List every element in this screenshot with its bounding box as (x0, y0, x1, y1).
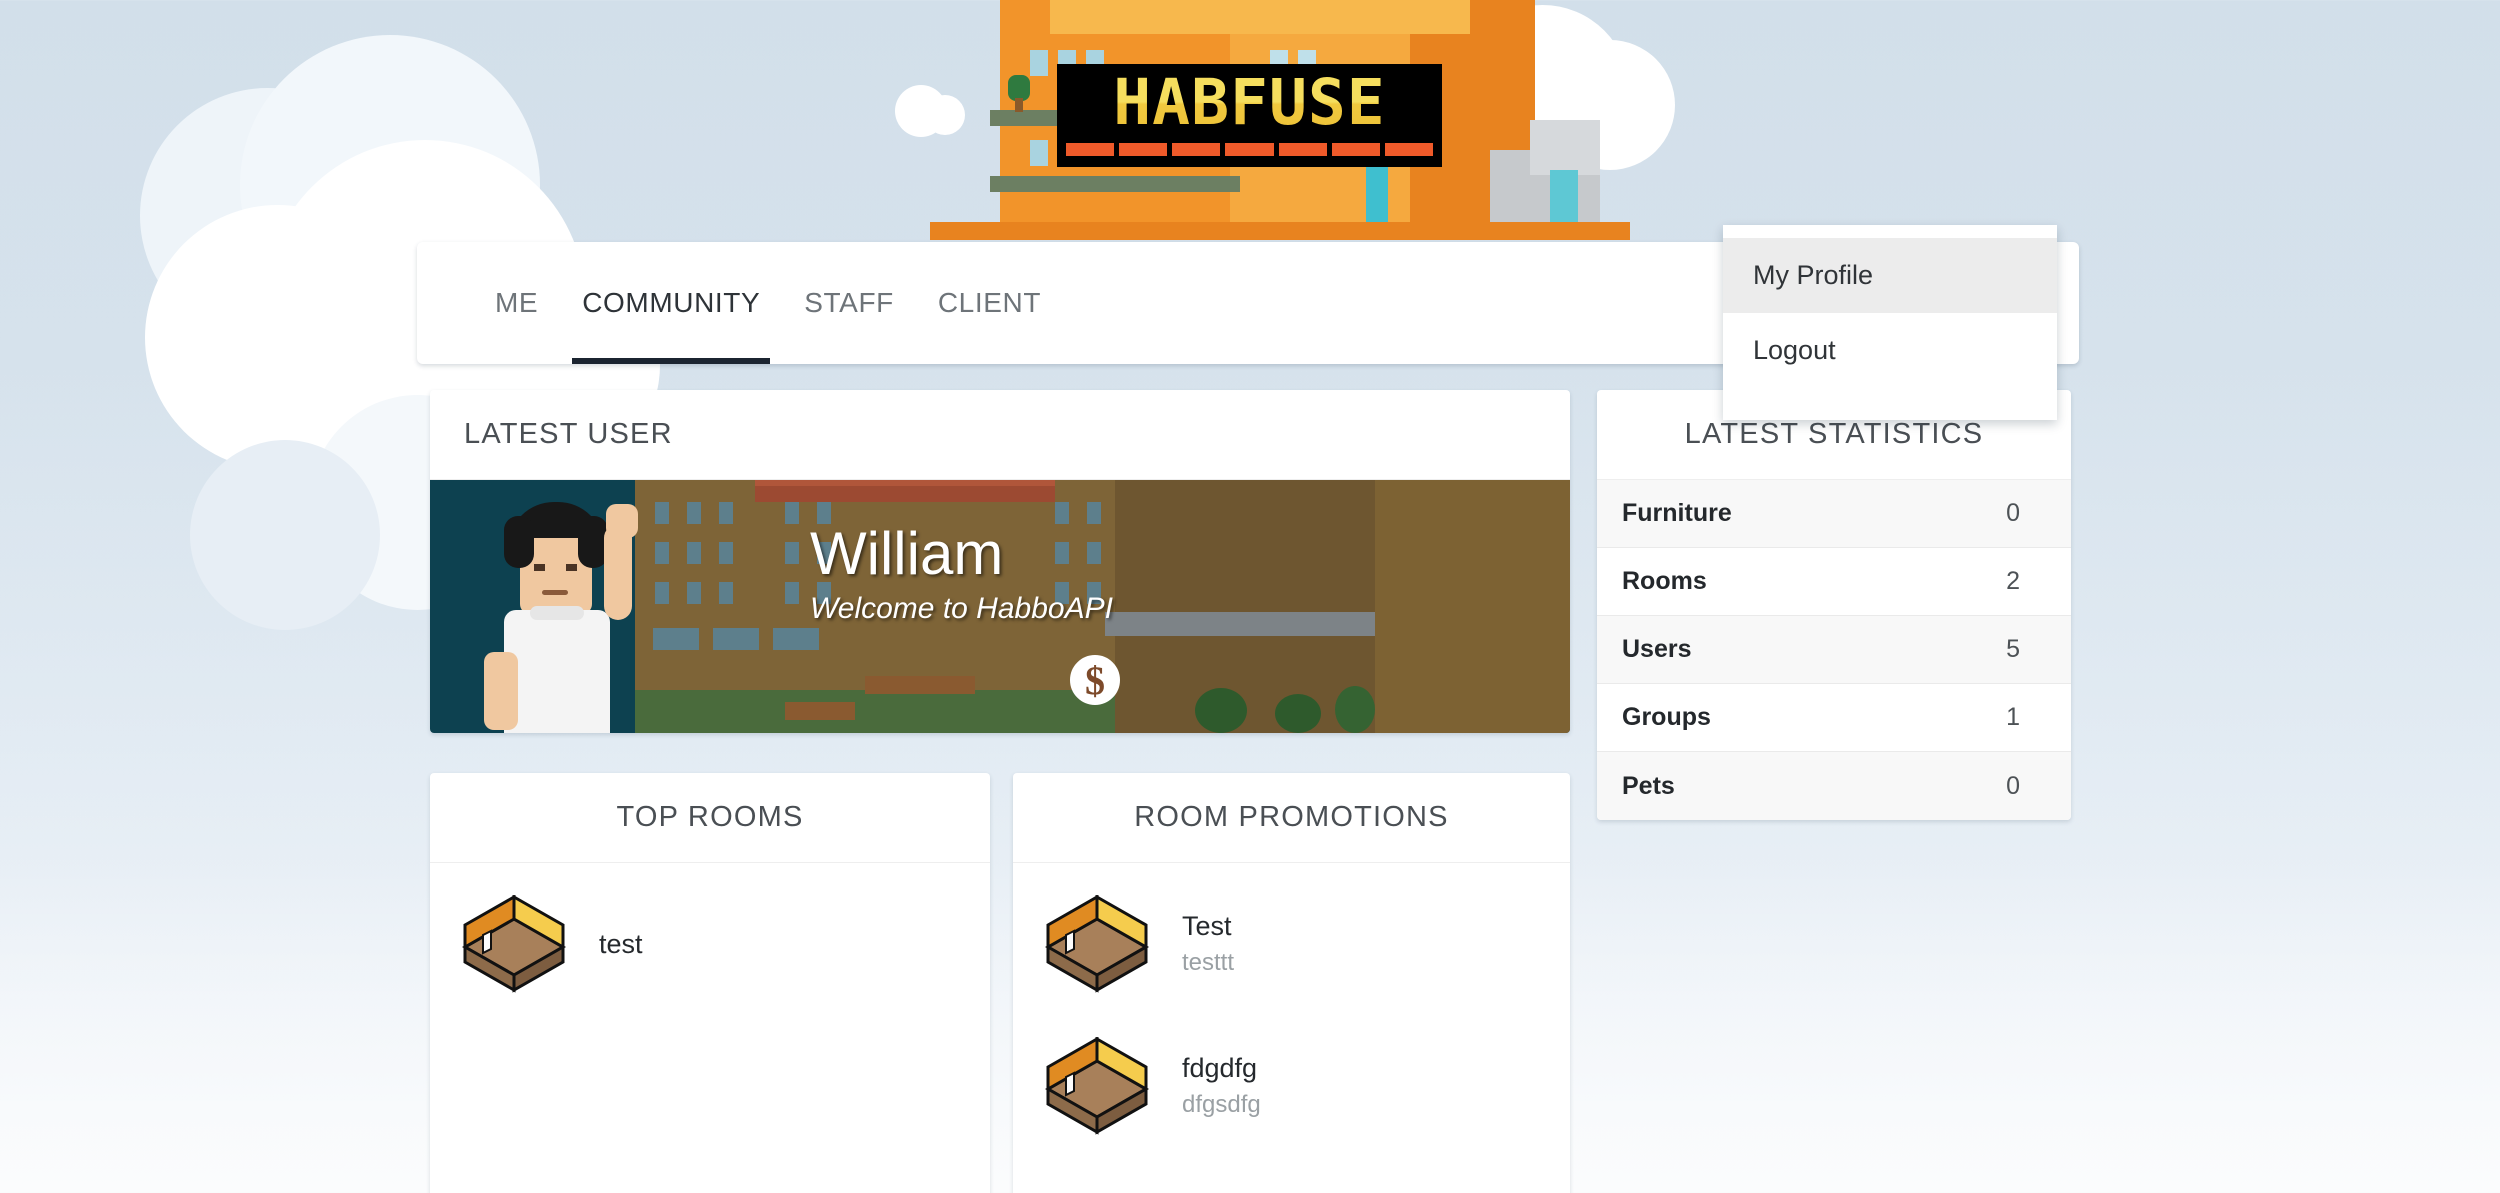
stat-label: Rooms (1622, 567, 1707, 595)
stat-value: 5 (2006, 635, 2020, 663)
stat-label: Groups (1622, 703, 1711, 731)
top-rooms-list: test (430, 863, 990, 1003)
nav-item-community[interactable]: COMMUNITY (560, 242, 782, 364)
room-name: Test (1182, 911, 1232, 941)
user-avatar (478, 502, 648, 733)
nav-item-client[interactable]: CLIENT (916, 242, 1063, 364)
table-row: Groups 1 (1597, 684, 2071, 752)
nav-item-me[interactable]: ME (473, 242, 560, 364)
room-meta: fdgdfg dfgsdfg (1182, 1051, 1261, 1121)
site-logo-text: HABFUSE (1066, 71, 1433, 134)
room-promotions-list: Test testtt fdgdfg dfgsdfg (1013, 863, 1570, 1145)
room-icon (1038, 1036, 1156, 1135)
stat-label: Users (1622, 635, 1692, 663)
statistics-table: Furniture 0 Rooms 2 Users 5 Groups 1 Pet… (1597, 480, 2071, 820)
banner-username: William (810, 520, 1004, 587)
dropdown-item-logout[interactable]: Logout (1723, 313, 2057, 388)
user-menu-dropdown: My Profile Logout (1723, 225, 2057, 420)
latest-statistics-card: LATEST STATISTICS Furniture 0 Rooms 2 Us… (1597, 390, 2071, 820)
room-meta: Test testtt (1182, 909, 1234, 979)
room-promotions-header: ROOM PROMOTIONS (1013, 773, 1570, 863)
stat-label: Furniture (1622, 499, 1732, 527)
stat-value: 1 (2006, 703, 2020, 731)
credit-coin-icon: $ (1070, 655, 1120, 705)
latest-user-card: LATEST USER William Welcome to HabboAPI … (430, 390, 1570, 733)
stat-label: Pets (1622, 771, 1675, 800)
room-icon (1038, 894, 1156, 993)
list-item[interactable]: fdgdfg dfgsdfg (1013, 1027, 1570, 1145)
room-name: fdgdfg (1182, 1053, 1258, 1083)
nav-links: ME COMMUNITY STAFF CLIENT (473, 242, 1063, 364)
nav-item-staff[interactable]: STAFF (782, 242, 916, 364)
room-description: dfgsdfg (1182, 1091, 1261, 1118)
table-row: Rooms 2 (1597, 548, 2071, 616)
dropdown-item-my-profile[interactable]: My Profile (1723, 238, 2057, 313)
site-logo: HABFUSE (1057, 64, 1442, 167)
room-promotions-card: ROOM PROMOTIONS Test testtt fdgdfg dfgsd… (1013, 773, 1570, 1193)
top-rooms-header: TOP ROOMS (430, 773, 990, 863)
stat-value: 0 (2006, 499, 2020, 527)
list-item[interactable]: Test testtt (1013, 885, 1570, 1003)
banner-motto: Welcome to HabboAPI (810, 592, 1113, 625)
room-icon (455, 894, 573, 993)
top-rooms-card: TOP ROOMS test (430, 773, 990, 1193)
room-meta: test (599, 927, 643, 961)
stat-value: 2 (2006, 567, 2020, 595)
banner-user-text: William Welcome to HabboAPI (810, 522, 1113, 626)
logo-underbars (1066, 143, 1433, 156)
room-description: testtt (1182, 949, 1235, 976)
latest-user-header: LATEST USER (430, 390, 1570, 480)
table-row: Users 5 (1597, 616, 2071, 684)
cloud-shape (190, 440, 380, 630)
latest-user-banner[interactable]: William Welcome to HabboAPI $ (430, 480, 1570, 733)
table-row: Pets 0 (1597, 752, 2071, 820)
stat-value: 0 (2006, 771, 2020, 800)
list-item[interactable]: test (430, 885, 990, 1003)
room-name: test (599, 929, 643, 959)
table-row: Furniture 0 (1597, 480, 2071, 548)
